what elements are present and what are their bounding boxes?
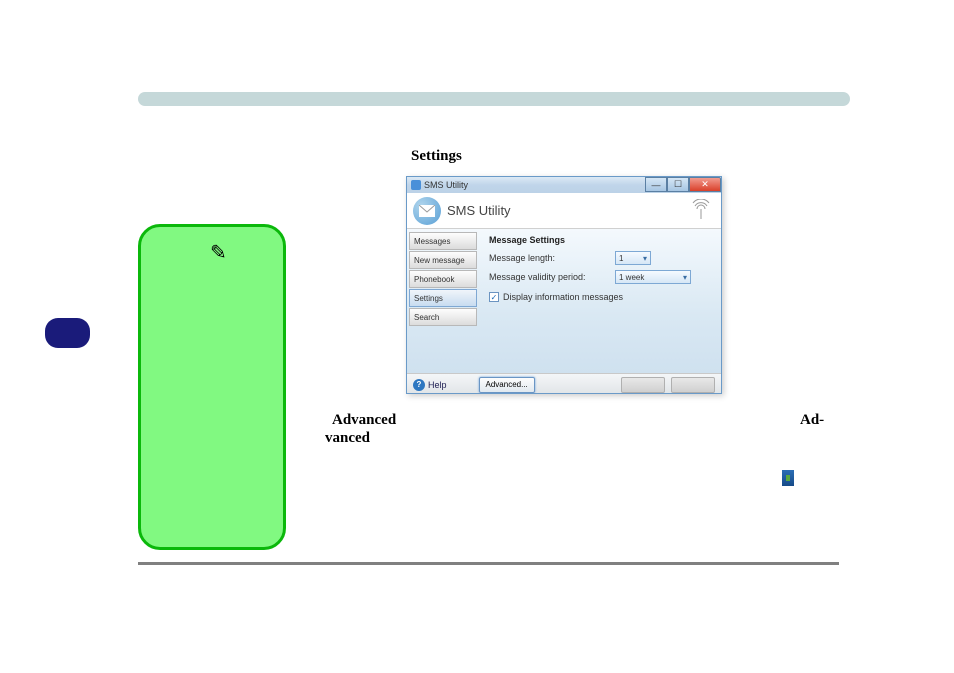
- help-icon: ?: [413, 379, 425, 391]
- footer-button-1[interactable]: [621, 377, 665, 393]
- settings-panel: Message Settings Message length: 1 ▾ Mes…: [479, 229, 721, 373]
- sms-utility-window: SMS Utility — ☐ ✕ SMS Utility Messages N…: [406, 176, 722, 394]
- section-title: Message Settings: [489, 235, 711, 245]
- message-length-label: Message length:: [489, 253, 609, 263]
- sidebar-item-messages[interactable]: Messages: [409, 232, 477, 250]
- app-title: SMS Utility: [447, 203, 511, 218]
- close-button[interactable]: ✕: [689, 177, 721, 192]
- bottom-divider: [138, 562, 839, 565]
- envelope-icon: [413, 197, 441, 225]
- pen-icon: ✎: [210, 240, 227, 265]
- body-text-advanced-2: Ad-: [800, 412, 824, 429]
- sidebar-item-settings[interactable]: Settings: [409, 289, 477, 307]
- message-length-dropdown[interactable]: 1 ▾: [615, 251, 651, 265]
- maximize-button[interactable]: ☐: [667, 177, 689, 192]
- sidebar-item-new-message[interactable]: New message: [409, 251, 477, 269]
- app-header: SMS Utility: [407, 193, 721, 229]
- window-title-icon: [411, 180, 421, 190]
- side-tab-indicator: [45, 318, 90, 348]
- validity-period-dropdown[interactable]: 1 week ▾: [615, 270, 691, 284]
- sidebar-nav: Messages New message Phonebook Settings …: [407, 229, 479, 373]
- body-text-advanced-3: vanced: [325, 430, 370, 447]
- validity-period-value: 1 week: [619, 273, 644, 282]
- sidebar-item-phonebook[interactable]: Phonebook: [409, 270, 477, 288]
- help-label: Help: [428, 380, 447, 390]
- window-title-text: SMS Utility: [424, 180, 468, 190]
- message-length-value: 1: [619, 254, 623, 263]
- display-info-checkbox[interactable]: ✓: [489, 292, 499, 302]
- advanced-button-label: Advanced...: [486, 380, 528, 389]
- body-text-advanced-1: Advanced: [332, 412, 396, 429]
- window-titlebar[interactable]: SMS Utility — ☐ ✕: [407, 177, 721, 193]
- minimize-button[interactable]: —: [645, 177, 667, 192]
- display-info-label: Display information messages: [503, 292, 623, 302]
- footer-button-2[interactable]: [671, 377, 715, 393]
- help-link[interactable]: ? Help: [413, 379, 447, 391]
- sidebar-item-search[interactable]: Search: [409, 308, 477, 326]
- chevron-down-icon: ▾: [683, 273, 687, 282]
- note-panel: [138, 224, 286, 550]
- sim-card-icon: [782, 470, 794, 486]
- advanced-button[interactable]: Advanced...: [479, 377, 535, 393]
- antenna-icon: [689, 199, 713, 226]
- window-footer: ? Help Advanced...: [407, 373, 721, 394]
- validity-period-label: Message validity period:: [489, 272, 609, 282]
- top-divider-bar: [138, 92, 850, 106]
- settings-heading: Settings: [411, 148, 462, 165]
- chevron-down-icon: ▾: [643, 254, 647, 263]
